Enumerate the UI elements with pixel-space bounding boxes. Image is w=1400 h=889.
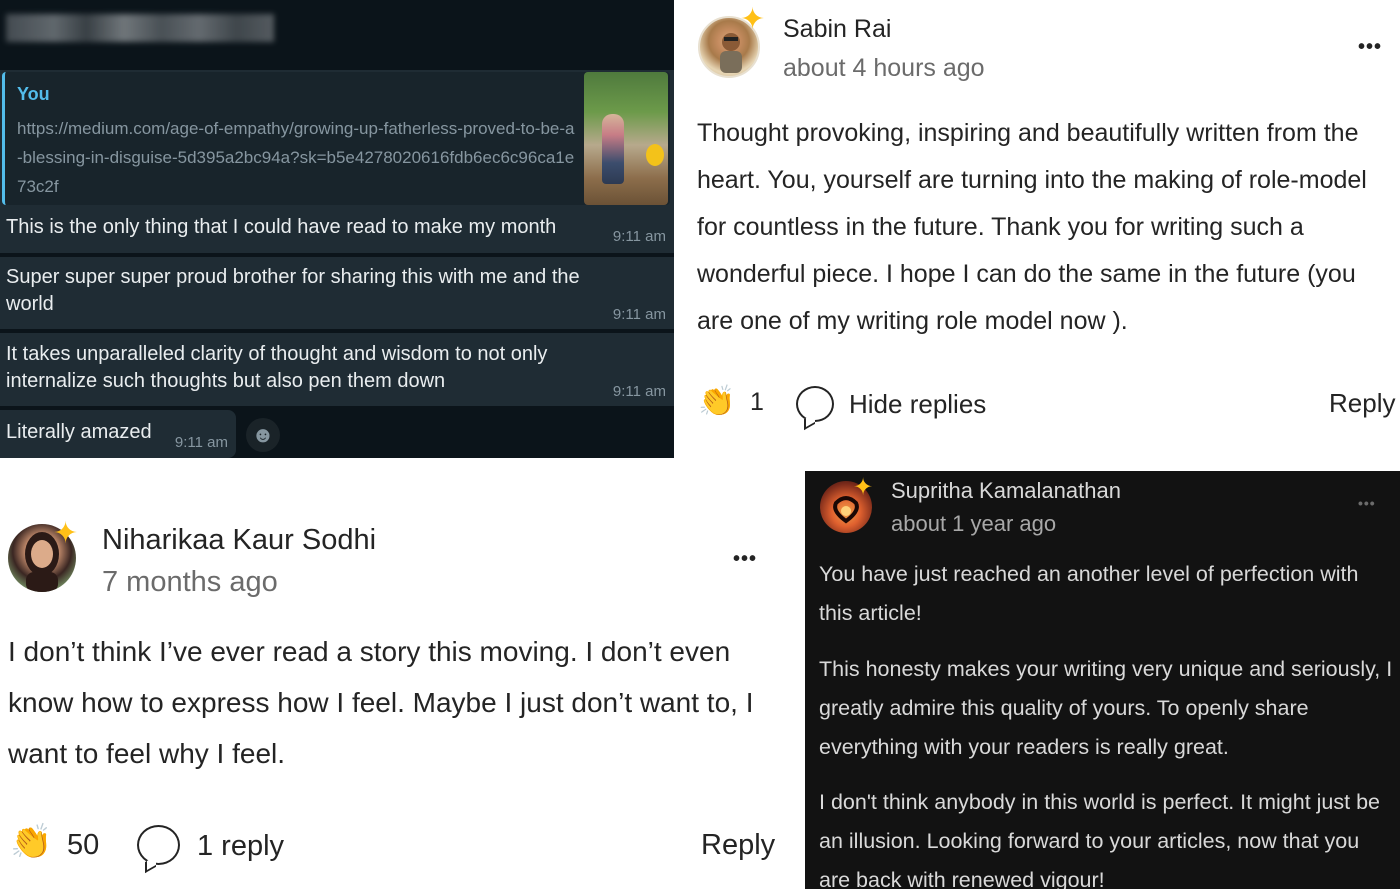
more-options-icon[interactable]: ••• (733, 548, 757, 571)
quoted-link-text[interactable]: https://medium.com/age-of-empathy/growin… (17, 114, 577, 201)
blurred-contact-name (6, 14, 274, 42)
comment-time[interactable]: about 1 year ago (891, 511, 1056, 537)
whatsapp-chat-panel: You https://medium.com/age-of-empathy/gr… (0, 0, 674, 458)
clap-icon[interactable]: 👏 (10, 822, 52, 862)
last-message-row: Literally amazed 9:11 am ☻ (0, 410, 674, 458)
author-name[interactable]: Niharikaa Kaur Sodhi (102, 524, 376, 557)
message-bubble[interactable]: Super super super proud brother for shar… (0, 257, 674, 329)
comment-sabin-rai: ✦ Sabin Rai about 4 hours ago ••• Though… (674, 0, 1400, 471)
message-text: Literally amazed (6, 421, 152, 443)
reply-button[interactable]: Reply (701, 829, 775, 862)
message-text: It takes unparalleled clarity of thought… (6, 343, 548, 392)
thumbnail-toy (646, 144, 664, 166)
emoji-reaction-icon[interactable]: ☻ (246, 418, 280, 452)
clap-icon[interactable]: 👏 (698, 384, 735, 419)
comment-paragraph: This honesty makes your writing very uni… (819, 657, 1393, 759)
comment-time[interactable]: 7 months ago (102, 566, 278, 599)
member-star-icon: ✦ (853, 474, 874, 501)
thumbnail-person (602, 114, 624, 184)
replies-toggle-button[interactable]: 1 reply (197, 830, 284, 863)
reply-button[interactable]: Reply (1329, 388, 1395, 419)
message-bubble[interactable]: It takes unparalleled clarity of thought… (0, 333, 674, 406)
comment-paragraph: You have just reached an another level o… (819, 562, 1359, 625)
message-bubble[interactable]: Literally amazed 9:11 am (0, 410, 236, 458)
more-options-icon[interactable]: ••• (1358, 36, 1382, 59)
comment-body: I don’t think I’ve ever read a story thi… (8, 636, 754, 769)
responses-icon[interactable] (137, 825, 180, 865)
member-star-icon: ✦ (53, 517, 79, 550)
quoted-link-preview[interactable]: You https://medium.com/age-of-empathy/gr… (2, 72, 670, 205)
message-time: 9:11 am (174, 434, 228, 451)
comment-niharikaa: ✦ Niharikaa Kaur Sodhi 7 months ago ••• … (0, 458, 805, 889)
clap-count: 1 (750, 388, 764, 416)
message-text: Super super super proud brother for shar… (6, 266, 580, 315)
quoted-message-bubble[interactable]: You https://medium.com/age-of-empathy/gr… (0, 70, 674, 207)
message-time: 9:11 am (612, 383, 666, 400)
responses-icon[interactable] (796, 386, 834, 422)
comment-paragraph: I don't think anybody in this world is p… (819, 790, 1380, 889)
clap-count: 50 (67, 829, 100, 861)
message-text: This is the only thing that I could have… (6, 216, 557, 238)
more-options-icon[interactable]: ••• (1358, 495, 1376, 511)
comment-body: Thought provoking, inspiring and beautif… (697, 119, 1367, 335)
hide-replies-button[interactable]: Hide replies (849, 389, 986, 420)
author-name[interactable]: Supritha Kamalanathan (891, 478, 1121, 504)
message-bubble[interactable]: This is the only thing that I could have… (0, 207, 674, 253)
author-name[interactable]: Sabin Rai (783, 15, 891, 44)
message-time: 9:11 am (612, 306, 666, 323)
member-star-icon: ✦ (740, 3, 766, 36)
comment-supritha: ✦ Supritha Kamalanathan about 1 year ago… (805, 471, 1400, 889)
comment-time[interactable]: about 4 hours ago (783, 54, 985, 83)
quoted-author: You (17, 84, 50, 104)
link-preview-thumbnail (584, 72, 668, 205)
message-time: 9:11 am (612, 228, 666, 245)
